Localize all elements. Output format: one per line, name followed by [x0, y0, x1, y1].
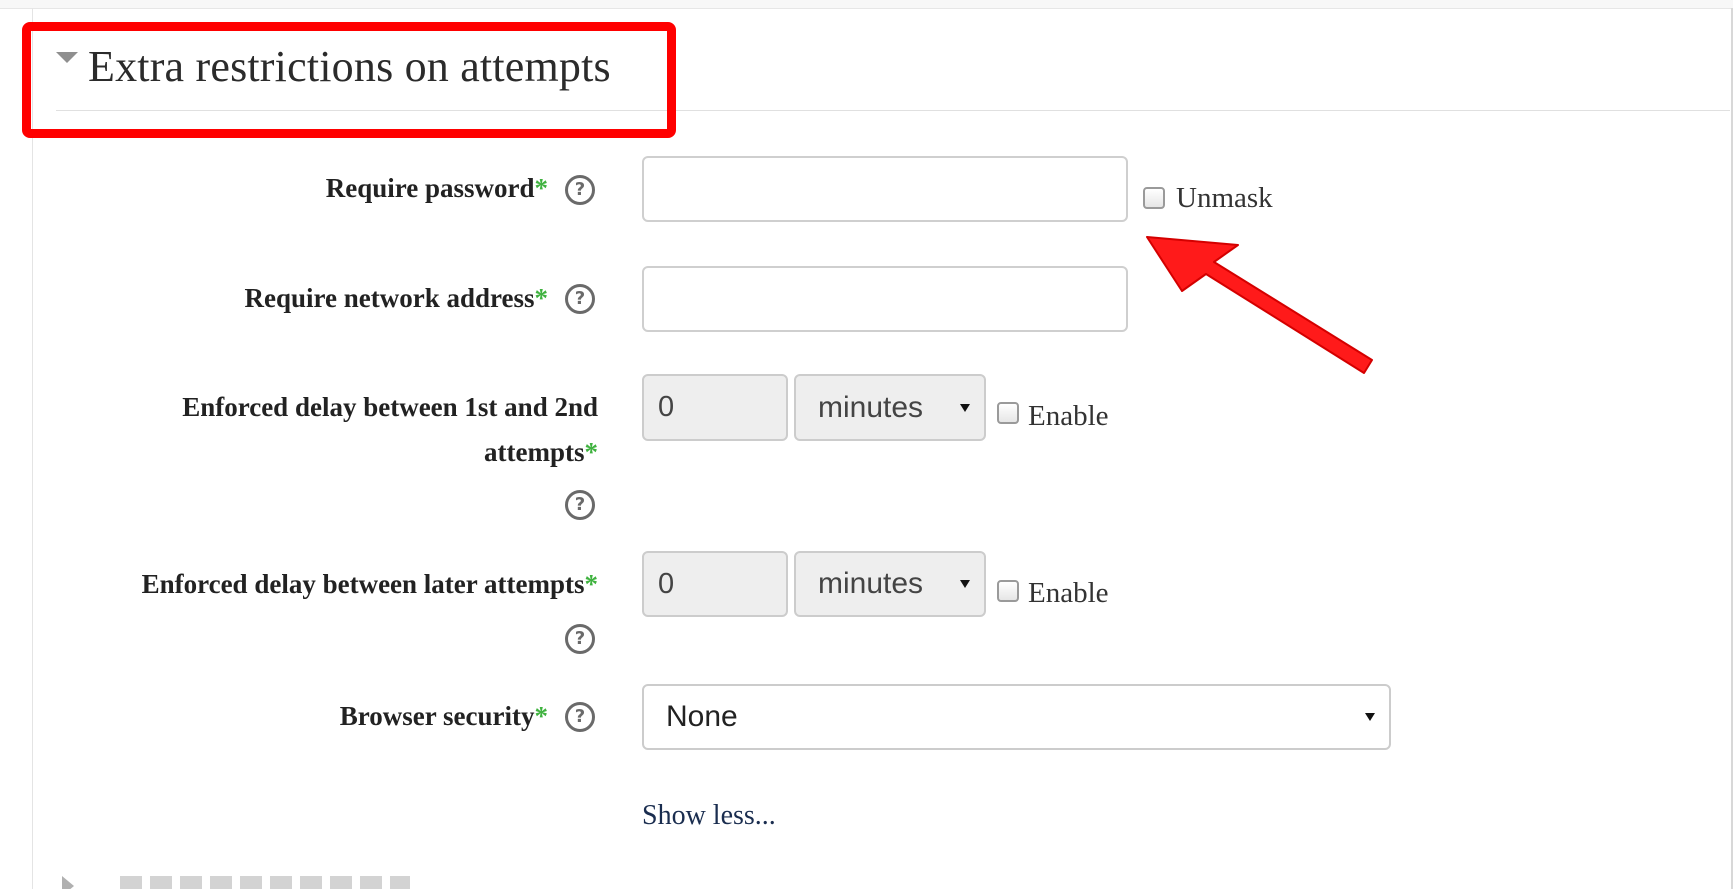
delay-first-second-enable-checkbox[interactable] — [997, 402, 1019, 424]
delay-later-enable-label[interactable]: Enable — [1028, 575, 1109, 611]
browser-security-select[interactable]: None — [642, 684, 1391, 750]
required-marker: * — [584, 569, 599, 599]
require-network-address-label: Require network address* — [244, 283, 549, 313]
browser-security-label: Browser security* — [339, 701, 549, 731]
caret-right-icon — [62, 876, 74, 889]
section-title: Extra restrictions on attempts — [88, 41, 611, 91]
help-icon[interactable]: ? — [565, 624, 595, 654]
caret-down-icon — [56, 51, 78, 63]
section-header-extra-restrictions[interactable]: Extra restrictions on attempts — [56, 36, 611, 96]
dropdown-arrow-icon — [960, 580, 970, 588]
help-icon[interactable]: ? — [565, 175, 595, 205]
delay-later-label: Enforced delay between later attempts* — [141, 569, 599, 599]
delay-first-second-unit-select[interactable]: minutes — [794, 374, 986, 441]
required-marker: * — [534, 283, 549, 313]
help-icon[interactable]: ? — [565, 284, 595, 314]
show-less-link[interactable]: Show less... — [642, 800, 776, 832]
require-network-address-input[interactable] — [642, 266, 1128, 332]
require-password-label: Require password* — [325, 173, 549, 203]
section-divider — [56, 110, 1730, 111]
delay-later-value-input[interactable]: 0 — [642, 551, 788, 617]
fieldset-left-border — [32, 8, 33, 889]
help-icon[interactable]: ? — [565, 490, 595, 520]
dropdown-arrow-icon — [1365, 713, 1375, 721]
required-marker: * — [584, 437, 599, 467]
top-strip — [0, 0, 1733, 9]
delay-first-second-enable-label[interactable]: Enable — [1028, 398, 1109, 434]
delay-first-second-value-input[interactable]: 0 — [642, 374, 788, 441]
quiz-settings-page: Extra restrictions on attempts Require p… — [0, 0, 1733, 889]
delay-later-unit-select[interactable]: minutes — [794, 551, 986, 617]
next-section-header-cutoff[interactable] — [120, 872, 420, 889]
delay-first-second-label: Enforced delay between 1st and 2nd attem… — [182, 392, 599, 467]
required-marker: * — [534, 701, 549, 731]
help-icon[interactable]: ? — [565, 702, 595, 732]
unmask-label[interactable]: Unmask — [1176, 180, 1273, 216]
dropdown-arrow-icon — [960, 403, 970, 412]
require-password-input[interactable] — [642, 156, 1128, 222]
required-marker: * — [534, 173, 549, 203]
delay-later-enable-checkbox[interactable] — [997, 580, 1019, 602]
unmask-checkbox[interactable] — [1143, 187, 1165, 209]
